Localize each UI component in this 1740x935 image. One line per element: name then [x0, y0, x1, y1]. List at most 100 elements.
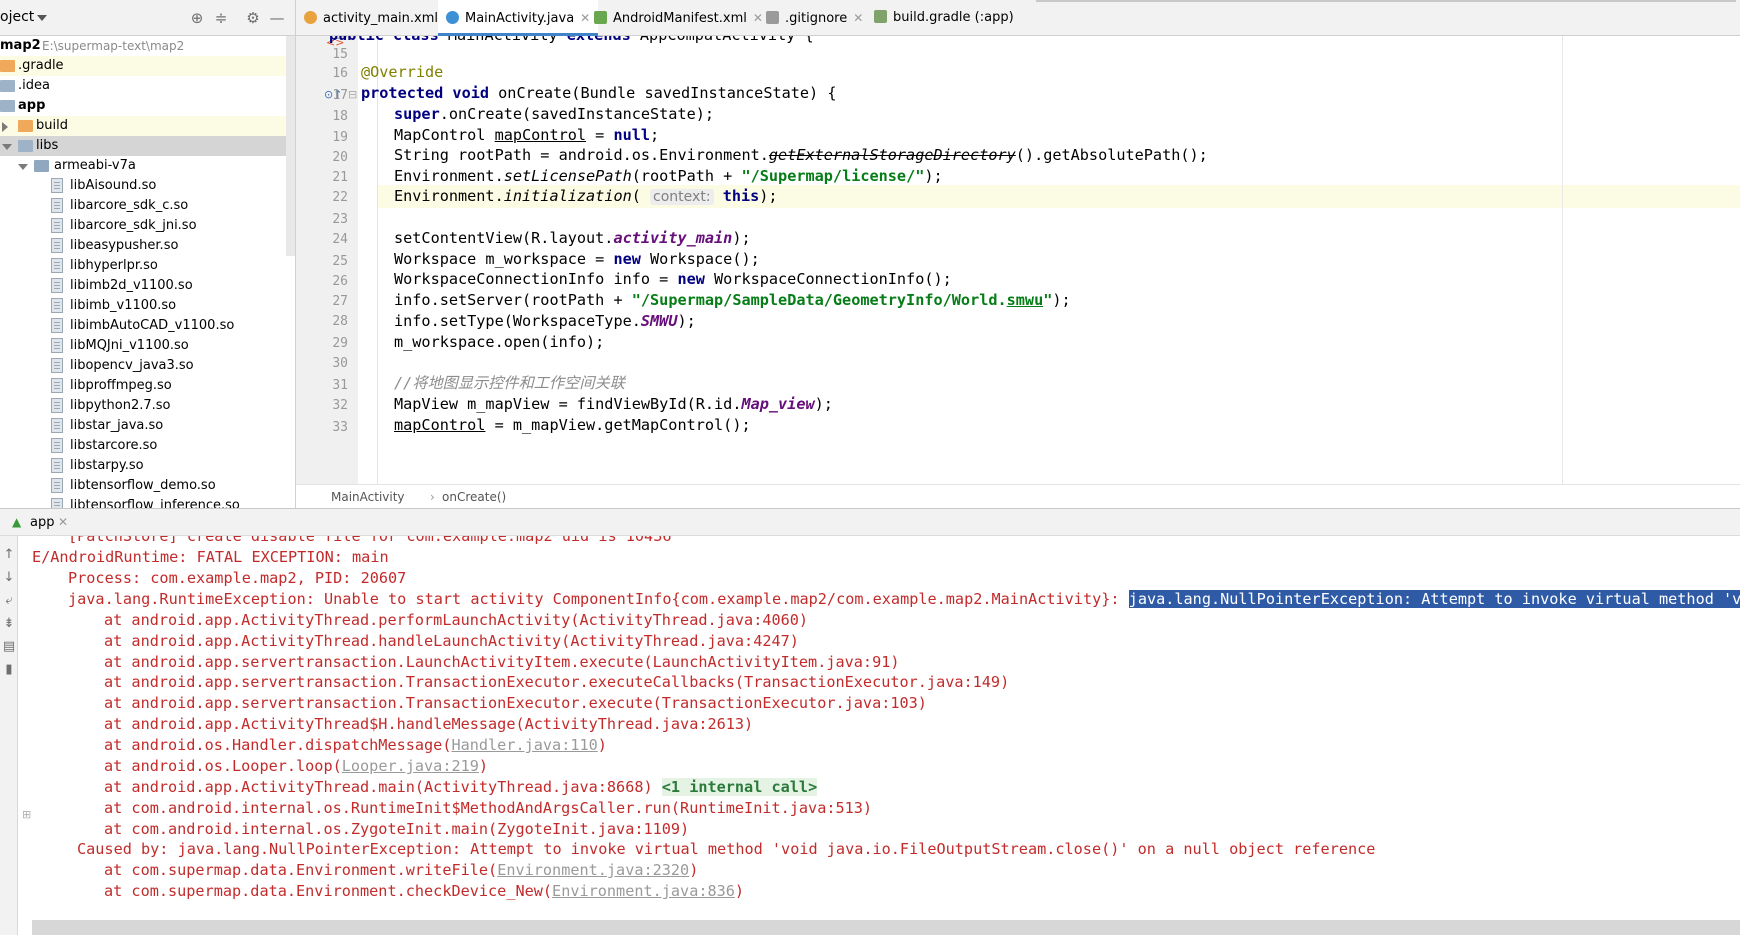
tree-item-file[interactable]: libproffmpeg.so — [0, 376, 286, 396]
close-icon[interactable]: ✕ — [58, 509, 68, 536]
folder-icon — [0, 80, 15, 92]
tree-item-file[interactable]: libstar_java.so — [0, 416, 286, 436]
line-number: 31 — [332, 378, 348, 393]
tree-item-libs[interactable]: libs — [0, 136, 286, 156]
right-margin-guide — [1562, 36, 1563, 484]
source-link[interactable]: Looper.java:219 — [342, 757, 479, 775]
tree-item-file[interactable]: libAisound.so — [0, 176, 286, 196]
breadcrumb-class[interactable]: MainActivity — [331, 485, 405, 509]
chevron-right-icon[interactable] — [2, 122, 8, 132]
console-line: at android.app.ActivityThread.handleLaun… — [104, 632, 799, 650]
tree-item-gradle[interactable]: .gradle — [0, 56, 286, 76]
tree-item-file[interactable]: libimb2d_v1100.so — [0, 276, 286, 296]
selected-text[interactable]: java.lang.NullPointerException: Attempt … — [1128, 590, 1740, 608]
console-line: at com.android.internal.os.RuntimeInit$M… — [104, 799, 873, 817]
minimize-icon[interactable]: — — [268, 9, 286, 27]
tree-item-file[interactable]: libMQJni_v1100.so — [0, 336, 286, 356]
console-line: E/AndroidRuntime: FATAL EXCEPTION: main — [32, 548, 389, 566]
chevron-down-icon[interactable] — [18, 164, 28, 170]
breadcrumb: MainActivity › onCreate() — [296, 484, 1740, 508]
tree-item-app[interactable]: app — [0, 96, 286, 116]
locate-icon[interactable]: ⊕ — [188, 9, 206, 27]
soft-wrap-icon[interactable]: ⤶ — [2, 594, 16, 608]
source-link[interactable]: Handler.java:110 — [451, 736, 597, 754]
fold-icon[interactable]: ⊞ — [22, 808, 31, 821]
line-number: 25 — [332, 254, 348, 269]
project-view-selector[interactable]: oject — [0, 9, 34, 25]
breadcrumb-method[interactable]: onCreate() — [442, 485, 506, 509]
tree-item-file[interactable]: libpython2.7.so — [0, 396, 286, 416]
console-line: at android.app.ActivityThread.main(Activ… — [104, 778, 818, 796]
collapse-all-icon[interactable]: ≑ — [212, 9, 230, 27]
code-editor[interactable]: <> ⊙↑ ⊟ 14 15 16 17 18 19 20 21 22 23 24… — [296, 36, 1740, 484]
code-line-26: WorkspaceConnectionInfo info = new Works… — [394, 270, 952, 288]
gear-icon[interactable]: ⚙ — [244, 9, 262, 27]
tree-item-file[interactable]: libtensorflow_demo.so — [0, 476, 286, 496]
line-number: 27 — [332, 294, 348, 309]
console-line: at android.app.ActivityThread.performLau… — [104, 611, 809, 629]
tree-item-build[interactable]: build — [0, 116, 286, 136]
file-icon — [51, 198, 63, 213]
tab-mainactivity-java[interactable]: MainActivity.java ✕ — [438, 0, 599, 36]
source-link[interactable]: Environment.java:836 — [552, 882, 735, 900]
chevron-down-icon[interactable] — [37, 15, 47, 21]
console-line: at android.app.servertransaction.Transac… — [104, 673, 1010, 691]
fold-icon[interactable]: ⊟ — [348, 88, 357, 101]
line-number: 22 — [332, 190, 348, 205]
tree-scrollbar[interactable] — [286, 36, 295, 256]
tree-item-armeabi[interactable]: armeabi-v7a — [0, 156, 286, 176]
line-number: 16 — [332, 66, 348, 81]
file-icon — [51, 458, 63, 473]
run-console[interactable]: ⊞ [PatchStore] create disable file for c… — [18, 536, 1740, 935]
close-icon[interactable]: ✕ — [853, 11, 863, 25]
folder-icon — [0, 60, 15, 72]
tree-item-root[interactable]: map2 E:\supermap-text\map2 — [0, 36, 286, 56]
trash-icon[interactable]: ▮ — [2, 663, 16, 677]
file-icon — [51, 278, 63, 293]
code-line-22: Environment.initialization( context: thi… — [394, 187, 778, 205]
project-panel-header: oject ⊕ ≑ ⚙ — — [0, 0, 295, 36]
line-number: 15 — [332, 47, 348, 62]
code-line-14: public class MainActivity extends AppCom… — [329, 36, 814, 47]
internal-call-fold[interactable]: <1 internal call> — [661, 778, 818, 796]
tree-item-file[interactable]: libstarcore.so — [0, 436, 286, 456]
xml-layout-icon — [304, 11, 317, 24]
console-line: Caused by: java.lang.NullPointerExceptio… — [77, 840, 1376, 858]
console-line: at android.app.servertransaction.Transac… — [104, 694, 927, 712]
tree-item-file[interactable]: libimb_v1100.so — [0, 296, 286, 316]
console-line: at android.app.ActivityThread$H.handleMe… — [104, 715, 754, 733]
source-link[interactable]: Environment.java:2320 — [497, 861, 689, 879]
file-icon — [51, 238, 63, 253]
tree-item-file[interactable]: libtensorflow_inference.so — [0, 496, 286, 508]
close-icon[interactable]: ✕ — [753, 11, 763, 25]
arrow-down-icon[interactable]: ↓ — [2, 571, 16, 585]
print-icon[interactable]: ▤ — [2, 640, 16, 654]
file-icon — [51, 258, 63, 273]
code-line-28: info.setType(WorkspaceType.SMWU); — [394, 312, 696, 330]
tab-gitignore[interactable]: .gitignore ✕ — [766, 0, 863, 36]
tree-item-file[interactable]: libhyperlpr.so — [0, 256, 286, 276]
tree-item-idea[interactable]: .idea — [0, 76, 286, 96]
close-icon[interactable]: ✕ — [580, 11, 590, 25]
tree-item-file[interactable]: libeasypusher.so — [0, 236, 286, 256]
tree-item-file[interactable]: libimbAutoCAD_v1100.so — [0, 316, 286, 336]
gradle-icon — [874, 10, 887, 23]
scroll-to-end-icon[interactable]: ⇟ — [2, 617, 16, 631]
tab-activity-main-xml[interactable]: activity_main.xml✕ — [304, 0, 454, 36]
file-icon — [51, 298, 63, 313]
console-line: at com.supermap.data.Environment.checkDe… — [104, 882, 745, 900]
file-icon — [51, 418, 63, 433]
tree-item-file[interactable]: libopencv_java3.so — [0, 356, 286, 376]
code-line-33: mapControl = m_mapView.getMapControl(); — [394, 416, 751, 434]
line-number: 33 — [332, 420, 348, 435]
tree-item-file[interactable]: libarcore_sdk_c.so — [0, 196, 286, 216]
chevron-down-icon[interactable] — [2, 144, 12, 150]
tab-build-gradle[interactable]: build.gradle (:app) — [874, 0, 1014, 36]
run-toolbar: ↑ ↓ ⤶ ⇟ ▤ ▮ — [0, 536, 18, 935]
arrow-up-icon[interactable]: ↑ — [2, 548, 16, 562]
tree-item-file[interactable]: libarcore_sdk_jni.so — [0, 216, 286, 236]
tree-item-file[interactable]: libstarpy.so — [0, 456, 286, 476]
tab-androidmanifest-xml[interactable]: AndroidManifest.xml ✕ — [594, 0, 763, 36]
file-icon — [51, 378, 63, 393]
java-class-icon — [446, 11, 459, 24]
